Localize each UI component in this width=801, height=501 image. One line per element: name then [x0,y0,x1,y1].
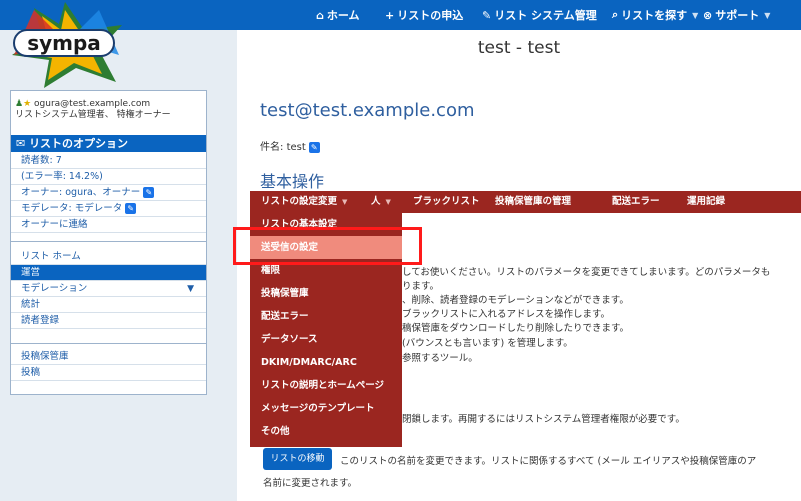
user-roles: リストシステム管理者、 特権オーナー [15,110,171,120]
list-options-header: ✉ リストのオプション [11,135,206,152]
section-title: 基本操作 [260,172,325,191]
sympa-logo[interactable]: sympa [4,0,126,90]
dropdown-item-other[interactable]: その他 [250,420,402,443]
close-list-text: 閉鎖します。再開するにはリストシステム管理者権限が必要です。 [402,414,685,425]
chevron-down-icon: ▼ [764,10,771,20]
desc-line: ります。 [402,281,440,292]
sidebar-item-subscribe[interactable]: 読者登録 [11,313,206,329]
edit-icon[interactable]: ✎ [143,187,155,198]
svg-text:sympa: sympa [27,31,101,55]
plus-icon: + [385,8,395,22]
user-info: ♟★ ogura@test.example.com リストシステム管理者、 特権… [15,99,171,121]
edit-icon[interactable]: ✎ [125,203,137,214]
menu-blacklist[interactable]: ブラックリスト [413,191,480,213]
rename-list-button[interactable]: リストの移動 [263,448,332,470]
sidebar-item-archive[interactable]: 投稿保管庫 [11,349,206,365]
nav-request-list[interactable]: + リストの申込 [385,0,463,30]
nav-support[interactable]: ⊗ サポート ▼ [703,0,770,30]
rename-description-cont: 名前に変更されます。 [263,478,358,489]
subject-line: 件名: test ✎ [260,138,320,153]
menu-people[interactable]: 人 ▼ [371,191,391,213]
dropdown-item-bounces[interactable]: 配送エラー [250,305,402,328]
desc-line: 、削除、読者登録のモデレーションなどができます。 [402,295,629,306]
dropdown-item-templates[interactable]: メッセージのテンプレート [250,397,402,420]
subscriber-count[interactable]: 読者数: 7 [11,153,206,169]
wrench-icon: ✎ [482,8,492,22]
sidebar-item-stats[interactable]: 統計 [11,297,206,313]
desc-line: してお使いください。リストのパラメータを変更できてしまいます。どのパラメータも [402,267,771,278]
desc-line: 参照するツール。 [402,353,478,364]
edit-icon[interactable]: ✎ [308,141,320,153]
dropdown-item-archives[interactable]: 投稿保管庫 [250,282,402,305]
nav-system-admin[interactable]: ✎ リスト システム管理 [482,0,597,30]
dropdown-item-description[interactable]: リストの説明とホームページ [250,374,402,397]
dropdown-item-data-sources[interactable]: データソース [250,328,402,351]
rename-description: このリストの名前を変更できます。リストに関係するすべて (メール エイリアスや投… [340,456,757,467]
chevron-down-icon: ▼ [385,198,391,206]
desc-line: 稿保管庫をダウンロードしたり削除したりできます。 [402,323,630,334]
mail-icon: ✉ [16,137,26,150]
nav-search-lists[interactable]: ⌕ リストを探す ▼ [612,0,698,30]
dropdown-item-dkim[interactable]: DKIM/DMARC/ARC [250,351,402,374]
menu-bounces[interactable]: 配送エラー [612,191,660,213]
sidebar-item-post[interactable]: 投稿 [11,365,206,381]
desc-line: ブラックリストに入れるアドレスを操作します。 [402,309,611,320]
sidebar-item-list-home[interactable]: リスト ホーム [11,249,206,265]
divider [11,343,206,344]
menu-logs[interactable]: 運用記録 [687,191,725,213]
chevron-down-icon: ▼ [187,284,194,294]
page-title: test - test [477,38,561,58]
home-icon: ⌂ [316,8,324,22]
sidebar-item-admin[interactable]: 運営 [11,265,206,281]
admin-menubar: リストの設定変更 ▼ 人 ▼ ブラックリスト 投稿保管庫の管理 配送エラー 運用記録 [250,191,801,213]
contact-owner-link[interactable]: オーナーに連絡 [11,217,206,233]
chevron-down-icon: ▼ [692,10,699,20]
divider [11,241,206,242]
star-icon: ★ [23,99,32,109]
highlight-callout-box [233,227,422,265]
error-rate[interactable]: (エラー率: 14.2%) [11,169,206,185]
user-email: ogura@test.example.com [34,99,151,109]
moderators[interactable]: モデレータ: モデレータ ✎ [11,201,206,217]
support-icon: ⊗ [703,8,713,22]
sidebar-panel: ♟★ ogura@test.example.com リストシステム管理者、 特権… [10,90,207,395]
menu-list-settings[interactable]: リストの設定変更 ▼ [261,191,347,213]
desc-line: (バウンスとも言います) を管理します。 [402,338,573,349]
chevron-down-icon: ▼ [342,198,348,206]
sidebar-item-moderation[interactable]: モデレーション ▼ [11,281,206,297]
search-icon: ⌕ [612,8,619,21]
menu-archive-admin[interactable]: 投稿保管庫の管理 [495,191,571,213]
list-email-heading: test@test.example.com [260,100,475,121]
user-star-icon: ♟ [15,99,24,109]
owners[interactable]: オーナー: ogura、オーナー ✎ [11,185,206,201]
nav-home[interactable]: ⌂ ホーム [316,0,360,30]
